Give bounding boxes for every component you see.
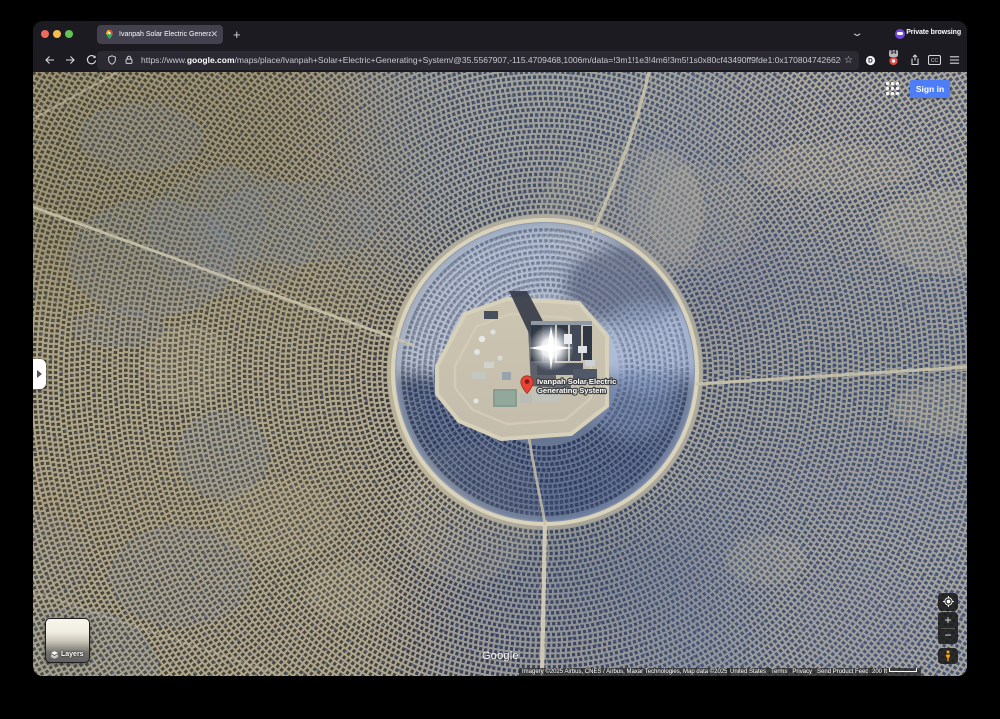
svg-text:Ivanpah Solar Electric: Ivanpah Solar Electric xyxy=(537,377,616,386)
svg-text:Generating System: Generating System xyxy=(537,386,606,395)
svg-text:CC: CC xyxy=(931,58,939,64)
svg-text:D: D xyxy=(868,57,873,64)
